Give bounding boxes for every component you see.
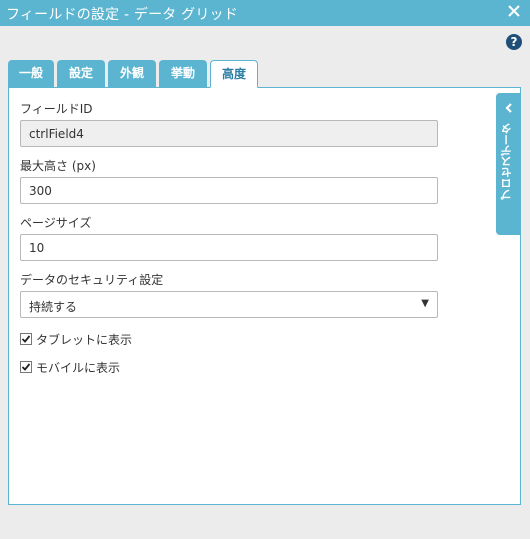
- show-on-mobile-checkbox[interactable]: モバイルに表示: [20, 359, 140, 375]
- advanced-panel: フィールドID 最大高さ (px) ページサイズ データのセキュリティ設定 持続…: [8, 87, 521, 505]
- max-height-input[interactable]: [20, 177, 438, 204]
- title-bar: フィールドの設定 - データ グリッド: [0, 0, 530, 26]
- help-icon[interactable]: ?: [506, 34, 522, 50]
- field-id-input[interactable]: [20, 120, 438, 147]
- window-title: フィールドの設定 - データ グリッド: [6, 7, 238, 23]
- data-security-label: データのセキュリティ設定: [20, 273, 164, 287]
- tab-behavior[interactable]: 挙動: [159, 60, 207, 87]
- checkbox-checked-icon: [20, 361, 32, 373]
- max-height-label: 最大高さ (px): [20, 159, 96, 173]
- process-data-side-tab[interactable]: プロセスデータ: [496, 93, 521, 235]
- show-on-tablet-label: タブレットに表示: [36, 333, 133, 347]
- dropdown-arrow-icon: ▼: [421, 298, 429, 309]
- process-data-label: プロセスデータ: [500, 123, 513, 200]
- data-security-value: 持続する: [29, 300, 78, 314]
- tab-settings[interactable]: 設定: [57, 60, 105, 87]
- field-id-label: フィールドID: [20, 102, 93, 116]
- tab-general[interactable]: 一般: [8, 60, 54, 87]
- page-size-input[interactable]: [20, 234, 438, 261]
- data-security-select[interactable]: 持続する ▼: [20, 291, 438, 318]
- tab-advanced[interactable]: 高度: [210, 60, 258, 88]
- show-on-mobile-label: モバイルに表示: [36, 361, 121, 375]
- tab-appearance[interactable]: 外観: [108, 60, 156, 87]
- close-icon[interactable]: [506, 3, 522, 19]
- page-size-label: ページサイズ: [20, 216, 92, 230]
- chevron-left-icon: [503, 102, 515, 114]
- show-on-tablet-checkbox[interactable]: タブレットに表示: [20, 331, 140, 347]
- checkbox-checked-icon: [20, 333, 32, 345]
